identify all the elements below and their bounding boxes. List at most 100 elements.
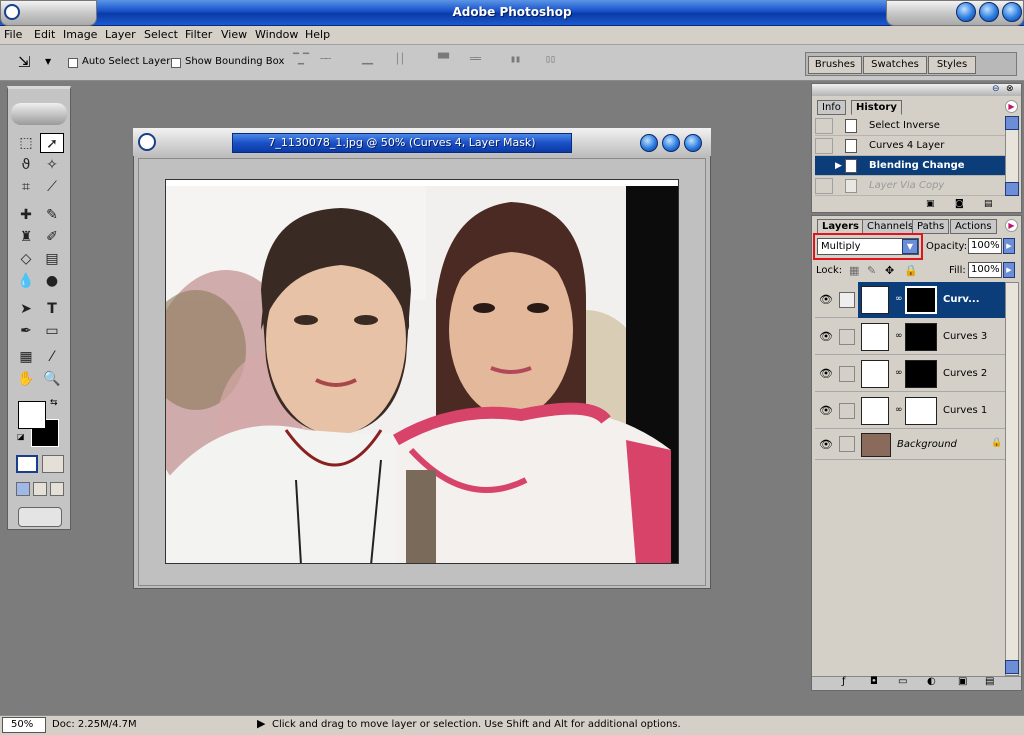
lock-transparency-icon[interactable]: ▦ [849, 264, 859, 277]
tab-paths[interactable]: Paths [912, 219, 950, 234]
tab-swatches[interactable]: Swatches [863, 56, 927, 74]
dodge-tool-icon[interactable]: ● [40, 271, 64, 291]
eraser-tool-icon[interactable]: ◇ [14, 249, 38, 269]
tab-brushes[interactable]: Brushes [808, 56, 862, 74]
doc-minimize-button[interactable] [640, 134, 658, 152]
marquee-tool-icon[interactable]: ⬚ [14, 133, 38, 153]
layer-row[interactable]: 👁 ∞ Curves 2 [815, 356, 1005, 392]
eye-icon[interactable]: 👁 [817, 328, 835, 346]
lock-position-icon[interactable]: ✥ [885, 264, 894, 277]
menu-layer[interactable]: Layer [105, 28, 136, 41]
shape-tool-icon[interactable]: ▭ [40, 321, 64, 341]
new-document-icon[interactable]: ▣ [926, 199, 935, 209]
close-button[interactable] [1002, 2, 1022, 22]
layer-row[interactable]: 👁 ∞ Curv... [815, 282, 1005, 318]
standard-mode-button[interactable] [16, 455, 38, 473]
layer-link-box[interactable] [839, 329, 855, 345]
show-bounding-box-checkbox[interactable] [171, 58, 181, 68]
eye-icon[interactable]: 👁 [817, 402, 835, 420]
new-fill-adjustment-icon[interactable]: ◐ [927, 676, 936, 687]
menu-view[interactable]: View [221, 28, 247, 41]
slice-tool-icon[interactable]: ⟋ [40, 177, 64, 197]
standard-screen-mode-button[interactable] [16, 482, 30, 496]
menu-edit[interactable]: Edit [34, 28, 55, 41]
layer-link-box[interactable] [839, 436, 855, 452]
fill-slider-button[interactable]: ▶ [1003, 262, 1015, 278]
fill-input[interactable]: 100% [968, 262, 1002, 278]
blend-mode-select[interactable]: Multiply ▼ [817, 238, 919, 255]
maximize-button[interactable] [979, 2, 999, 22]
brush-tool-icon[interactable]: ✎ [40, 205, 64, 225]
menu-select[interactable]: Select [144, 28, 178, 41]
blur-tool-icon[interactable]: 💧 [14, 271, 38, 291]
move-tool-icon[interactable]: ➚ [40, 133, 64, 153]
jump-to-imageready-button[interactable] [18, 507, 62, 527]
menu-image[interactable]: Image [63, 28, 97, 41]
hand-tool-icon[interactable]: ✋ [14, 369, 38, 389]
pen-tool-icon[interactable]: ✒ [14, 321, 38, 341]
healing-brush-tool-icon[interactable]: ✚ [14, 205, 38, 225]
layers-scroll-down-button[interactable] [1005, 660, 1019, 674]
foreground-color-swatch[interactable] [18, 401, 46, 429]
history-source-box[interactable] [815, 178, 833, 194]
clone-stamp-tool-icon[interactable]: ♜ [14, 227, 38, 247]
notes-tool-icon[interactable]: ▦ [14, 347, 38, 367]
eye-icon[interactable]: 👁 [817, 291, 835, 309]
menu-file[interactable]: File [4, 28, 22, 41]
full-screen-menu-mode-button[interactable] [33, 482, 47, 496]
layer-link-box[interactable] [839, 403, 855, 419]
tab-actions[interactable]: Actions [950, 219, 997, 234]
canvas-photo[interactable] [165, 179, 679, 564]
layer-style-icon[interactable]: ƒ [842, 676, 846, 687]
history-scroll-up-button[interactable] [1005, 116, 1019, 130]
magic-wand-tool-icon[interactable]: ✧ [40, 155, 64, 175]
chevron-down-icon[interactable]: ▼ [45, 57, 51, 66]
chain-icon[interactable]: ∞ [895, 331, 903, 341]
history-state-slider-icon[interactable]: ▶ [835, 157, 842, 176]
layer-row-background[interactable]: 👁 Background 🔒 [815, 430, 1005, 460]
layer-link-box[interactable] [839, 366, 855, 382]
lock-all-icon[interactable]: 🔒 [904, 264, 918, 277]
chain-icon[interactable]: ∞ [895, 294, 903, 304]
opacity-slider-button[interactable]: ▶ [1003, 238, 1015, 254]
history-item[interactable]: Layer Via Copy [815, 176, 1005, 196]
chain-icon[interactable]: ∞ [895, 368, 903, 378]
path-selection-tool-icon[interactable]: ➤ [14, 299, 38, 319]
eye-icon[interactable]: 👁 [817, 365, 835, 383]
chain-icon[interactable]: ∞ [895, 405, 903, 415]
layers-scrollbar[interactable] [1005, 282, 1019, 676]
layer-row[interactable]: 👁 ∞ Curves 1 [815, 393, 1005, 429]
lock-image-icon[interactable]: ✎ [867, 264, 876, 277]
adobe-online-button[interactable] [11, 103, 67, 125]
menu-filter[interactable]: Filter [185, 28, 212, 41]
history-scroll-down-button[interactable] [1005, 182, 1019, 196]
history-source-box[interactable] [815, 138, 833, 154]
history-trash-icon[interactable]: ▤ [984, 199, 993, 209]
menu-help[interactable]: Help [305, 28, 330, 41]
eye-icon[interactable]: 👁 [817, 436, 835, 454]
distribute-center-icon[interactable]: ══ [470, 54, 481, 70]
zoom-input[interactable]: 50% [2, 717, 46, 733]
new-set-icon[interactable]: ▭ [898, 676, 907, 687]
menu-window[interactable]: Window [255, 28, 298, 41]
tab-history[interactable]: History [851, 100, 902, 115]
doc-close-button[interactable] [684, 134, 702, 152]
tab-layers[interactable]: Layers [817, 219, 864, 234]
chevron-down-icon[interactable]: ▼ [902, 239, 918, 254]
minimize-button[interactable] [956, 2, 976, 22]
align-bottom-icon[interactable]: ▁▁ [362, 54, 373, 70]
opacity-input[interactable]: 100% [968, 238, 1002, 254]
quick-mask-mode-button[interactable] [42, 455, 64, 473]
distribute-right-icon[interactable]: ▯▯ [545, 54, 556, 70]
default-colors-icon[interactable]: ◪ [17, 432, 25, 441]
auto-select-layer-checkbox[interactable] [68, 58, 78, 68]
lasso-tool-icon[interactable]: ϑ [14, 155, 38, 175]
tab-info[interactable]: Info [817, 100, 846, 115]
history-item[interactable]: Curves 4 Layer [815, 136, 1005, 156]
layer-mask-link-icon[interactable] [839, 292, 855, 308]
align-middle-icon[interactable]: ╌╌ [320, 54, 331, 70]
doc-maximize-button[interactable] [662, 134, 680, 152]
tab-styles[interactable]: Styles [928, 56, 976, 74]
delete-layer-icon[interactable]: ▤ [985, 676, 994, 687]
zoom-tool-icon[interactable]: 🔍 [40, 369, 64, 389]
